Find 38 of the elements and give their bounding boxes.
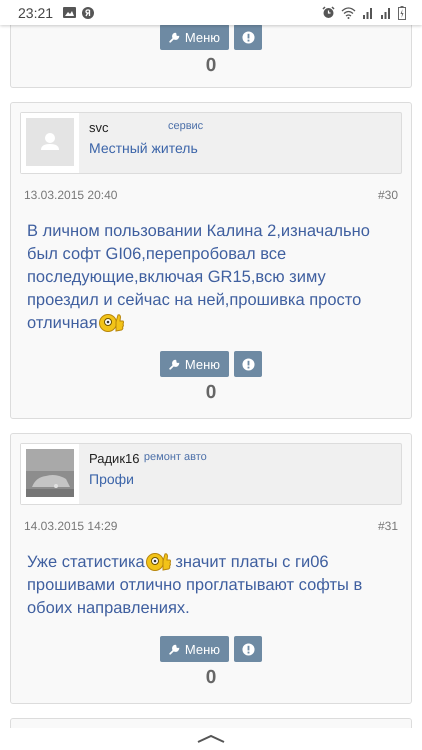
- wifi-icon: [341, 6, 356, 18]
- post-date[interactable]: 13.03.2015 20:40: [24, 188, 118, 202]
- exclamation-icon: [242, 30, 254, 44]
- image-icon: [63, 7, 76, 18]
- username[interactable]: svc: [89, 120, 108, 135]
- post-number[interactable]: #31: [378, 519, 398, 533]
- menu-button[interactable]: Меню: [160, 636, 229, 662]
- reaction-count: 0: [204, 667, 218, 689]
- wrench-icon: [169, 30, 180, 44]
- thumbs-up-smiley-icon: [144, 551, 171, 571]
- reaction-count: 0: [204, 55, 218, 77]
- post-text: Уже статистика значит платы с ги06 прошивами отлично проглатывают софты в обоих направлениях.: [26, 551, 364, 619]
- battery-icon: [398, 6, 406, 20]
- post-number[interactable]: #30: [378, 188, 398, 202]
- clock: 23:21: [18, 4, 54, 20]
- menu-button[interactable]: Меню: [160, 351, 229, 377]
- post-date[interactable]: 14.03.2015 14:29: [24, 519, 118, 533]
- exclamation-icon: [242, 642, 254, 656]
- chevron-up-icon[interactable]: [196, 734, 226, 744]
- user-title: сервис: [168, 120, 204, 132]
- reaction-count: 0: [204, 382, 218, 404]
- report-button[interactable]: [234, 24, 262, 50]
- user-rank: Местный житель: [89, 140, 199, 156]
- wrench-icon: [169, 642, 180, 656]
- user-rank: Профи: [89, 471, 135, 487]
- signal-icon: [362, 6, 374, 18]
- exclamation-icon: [242, 358, 254, 370]
- menu-button[interactable]: Меню: [160, 24, 229, 50]
- alarm-icon: [322, 6, 335, 19]
- wrench-icon: [169, 358, 180, 370]
- report-button[interactable]: [234, 636, 262, 662]
- thumbs-up-smiley-icon: [98, 312, 124, 332]
- post-text: В личном пользовании Калина 2,изначально был софт GI06,перепробовал все последующие,включая GR15,всю зиму проездил и сейчас на ней,прошивка просто отличная: [26, 221, 371, 334]
- username[interactable]: Радик16: [89, 451, 140, 466]
- user-title: ремонт авто: [144, 451, 207, 463]
- report-button[interactable]: [234, 351, 262, 377]
- circle-letter-icon: [82, 6, 94, 18]
- signal-icon: [380, 6, 392, 18]
